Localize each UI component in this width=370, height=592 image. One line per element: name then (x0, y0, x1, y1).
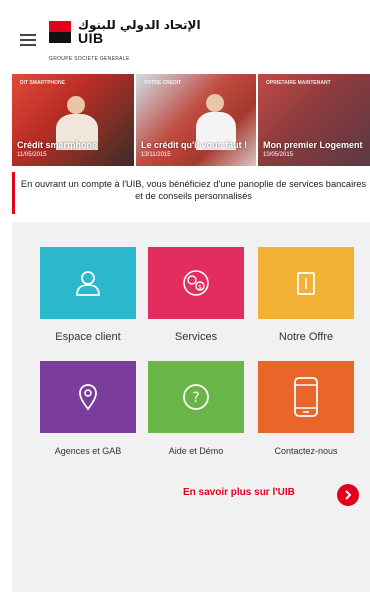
tile-contactez-nous[interactable] (258, 361, 354, 433)
menu-icon[interactable] (20, 34, 36, 46)
slide-caption: Crédit smartphone (17, 140, 98, 150)
tile-notre-offre[interactable] (258, 247, 354, 319)
tile-agences-gab[interactable] (40, 361, 136, 433)
tile-label-contactez-nous: Contactez-nous (274, 446, 338, 456)
promo-carousel[interactable]: DIT SMARTPHONE Crédit smartphone 11/05/2… (12, 74, 370, 166)
svg-text:?: ? (192, 390, 199, 406)
phone-icon (294, 377, 318, 417)
app-header: الإتحاد الدولي للبنوك UIB GROUPE SOCIETE… (0, 0, 370, 68)
tile-espace-client[interactable] (40, 247, 136, 319)
slide-banner-text: OPRIETAIRE MAINTENANT (266, 80, 331, 86)
tile-services[interactable]: $ (148, 247, 244, 319)
intro-text: En ouvrant un compte à l'UIB, vous bénéf… (12, 172, 370, 214)
slide-caption: Mon premier Logement (263, 140, 363, 150)
chevron-right-icon[interactable] (337, 484, 359, 506)
person-image (67, 96, 85, 114)
tile-label-espace-client: Espace client (55, 331, 121, 343)
slide-date: 11/05/2015 (17, 152, 47, 158)
tile-label-notre-offre: Notre Offre (278, 331, 334, 343)
slide-caption: Le crédit qu'il vous faut ! (141, 140, 248, 150)
person-image (206, 94, 224, 112)
slide-banner-text: DIT SMARTPHONE (20, 80, 65, 86)
tile-label-agences-gab: Agences et GAB (54, 446, 122, 456)
tile-label-aide-demo: Aide et Démo (168, 446, 224, 456)
tile-label-services: Services (174, 331, 218, 343)
logo-group-text: GROUPE SOCIETE GENERALE (49, 56, 130, 62)
money-icon: $ (183, 270, 209, 296)
uib-logo-mark (49, 21, 71, 43)
carousel-slide[interactable]: VOTRE CREDIT Le crédit qu'il vous faut !… (136, 74, 256, 166)
user-icon (76, 271, 100, 296)
carousel-slide[interactable]: DIT SMARTPHONE Crédit smartphone 11/05/2… (12, 74, 134, 166)
tile-aide-demo[interactable]: ? (148, 361, 244, 433)
slide-banner-text: VOTRE CREDIT (144, 80, 182, 86)
document-icon (297, 272, 315, 295)
logo-name: UIB (78, 30, 104, 46)
help-icon: ? (183, 384, 209, 410)
slide-date: 10/05/2015 (263, 152, 294, 158)
slide-date: 13/11/2015 (141, 152, 171, 158)
svg-text:$: $ (198, 284, 202, 291)
more-about-uib-link[interactable]: En savoir plus sur l'UIB (183, 487, 295, 498)
location-pin-icon (79, 384, 97, 411)
carousel-slide[interactable]: OPRIETAIRE MAINTENANT Mon premier Logeme… (258, 74, 370, 166)
